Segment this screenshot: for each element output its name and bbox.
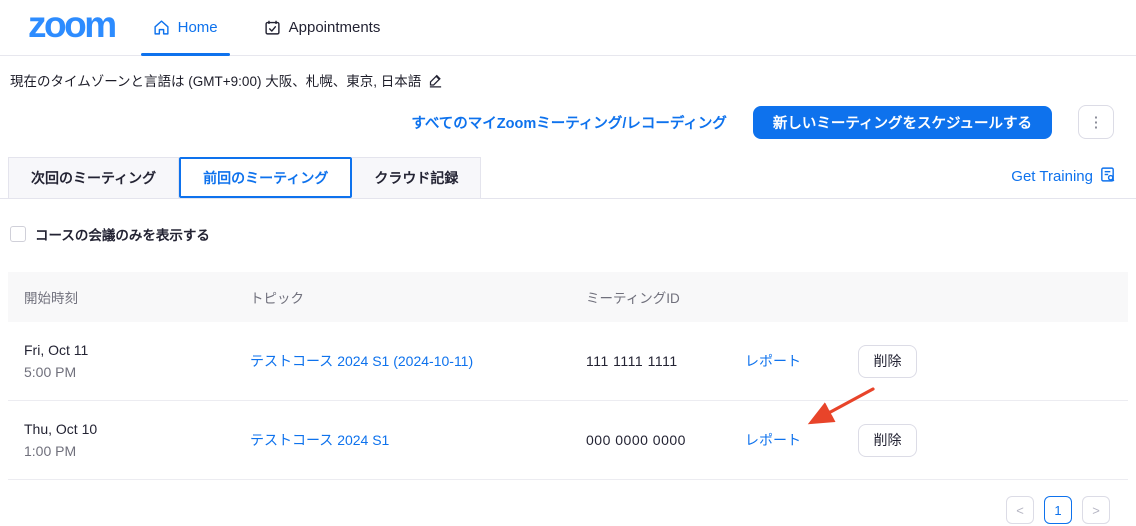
home-icon xyxy=(153,19,170,36)
table-header-row: 開始時刻 トピック ミーティングID xyxy=(8,272,1128,322)
course-filter-row: コースの会議のみを表示する xyxy=(10,224,1136,244)
report-cell: レポート xyxy=(734,430,844,450)
nav-tab-appointments[interactable]: Appointments xyxy=(252,0,393,55)
pagination-prev-button[interactable]: < xyxy=(1006,496,1034,524)
meeting-tabs-bar: 次回のミーティング 前回のミーティング クラウド記録 Get Training xyxy=(0,158,1136,199)
tab-cloud-recordings[interactable]: クラウド記録 xyxy=(352,157,481,198)
zoom-lms-portal: zoom Home Appointments 現在のタイムゾーンと言語は (GM… xyxy=(0,0,1136,526)
pagination: < 1 > xyxy=(0,496,1136,524)
all-my-meetings-link[interactable]: すべてのマイZoomミーティング/レコーディング xyxy=(411,112,727,133)
previous-meetings-table: 開始時刻 トピック ミーティングID Fri, Oct 11 5:00 PM テ… xyxy=(8,272,1128,480)
meeting-topic-link[interactable]: テストコース 2024 S1 (2024-10-11) xyxy=(250,353,473,369)
more-options-button[interactable]: ⋮ xyxy=(1078,105,1114,139)
report-link[interactable]: レポート xyxy=(745,353,801,369)
timezone-row: 現在のタイムゾーンと言語は (GMT+9:00) 大阪、札幌、東京, 日本語 xyxy=(10,70,1136,90)
schedule-meeting-button[interactable]: 新しいミーティングをスケジュールする xyxy=(753,106,1052,139)
meeting-id-cell: 000 0000 0000 xyxy=(572,432,734,448)
get-training-link[interactable]: Get Training xyxy=(1011,166,1116,187)
delete-cell: 削除 xyxy=(844,424,1128,457)
delete-cell: 削除 xyxy=(844,345,1128,378)
tab-previous-meetings[interactable]: 前回のミーティング xyxy=(179,157,352,198)
training-doc-search-icon xyxy=(1099,166,1116,187)
report-cell: レポート xyxy=(734,351,844,371)
vertical-ellipsis-icon: ⋮ xyxy=(1089,113,1104,131)
meeting-topic-link[interactable]: テストコース 2024 S1 xyxy=(250,432,389,448)
start-time-cell: Thu, Oct 10 1:00 PM xyxy=(8,418,240,462)
appointments-icon xyxy=(264,19,281,36)
zoom-logo[interactable]: zoom xyxy=(28,6,115,49)
col-header-topic: トピック xyxy=(240,287,572,307)
meeting-date: Fri, Oct 11 xyxy=(24,339,240,361)
start-time-cell: Fri, Oct 11 5:00 PM xyxy=(8,339,240,383)
course-meetings-checkbox[interactable] xyxy=(10,226,26,242)
nav-tab-home[interactable]: Home xyxy=(141,0,230,55)
meeting-time: 5:00 PM xyxy=(24,361,240,383)
meeting-date: Thu, Oct 10 xyxy=(24,418,240,440)
meeting-time: 1:00 PM xyxy=(24,440,240,462)
table-row: Thu, Oct 10 1:00 PM テストコース 2024 S1 000 0… xyxy=(8,401,1128,480)
get-training-label: Get Training xyxy=(1011,168,1093,185)
topic-cell: テストコース 2024 S1 (2024-10-11) xyxy=(240,351,572,371)
delete-button[interactable]: 削除 xyxy=(858,345,917,378)
table-row: Fri, Oct 11 5:00 PM テストコース 2024 S1 (2024… xyxy=(8,322,1128,401)
tab-upcoming-meetings[interactable]: 次回のミーティング xyxy=(8,157,179,198)
top-navbar: zoom Home Appointments xyxy=(0,0,1136,56)
top-nav-tabs: Home Appointments xyxy=(141,0,393,55)
pagination-page-1-button[interactable]: 1 xyxy=(1044,496,1072,524)
course-meetings-checkbox-label: コースの会議のみを表示する xyxy=(35,224,210,244)
col-header-meeting-id: ミーティングID xyxy=(572,287,734,307)
topic-cell: テストコース 2024 S1 xyxy=(240,430,572,450)
edit-timezone-icon[interactable] xyxy=(428,72,443,88)
meeting-tabs: 次回のミーティング 前回のミーティング クラウド記録 xyxy=(8,157,481,198)
report-link-highlighted[interactable]: レポート xyxy=(745,432,801,448)
nav-tab-home-label: Home xyxy=(178,19,218,36)
pagination-next-button[interactable]: > xyxy=(1082,496,1110,524)
actions-row: すべてのマイZoomミーティング/レコーディング 新しいミーティングをスケジュー… xyxy=(0,105,1136,139)
timezone-text: 現在のタイムゾーンと言語は (GMT+9:00) 大阪、札幌、東京, 日本語 xyxy=(10,70,421,90)
meeting-id-cell: 111 1111 1111 xyxy=(572,353,734,369)
col-header-start-time: 開始時刻 xyxy=(8,287,240,307)
delete-button[interactable]: 削除 xyxy=(858,424,917,457)
nav-tab-appointments-label: Appointments xyxy=(289,19,381,36)
